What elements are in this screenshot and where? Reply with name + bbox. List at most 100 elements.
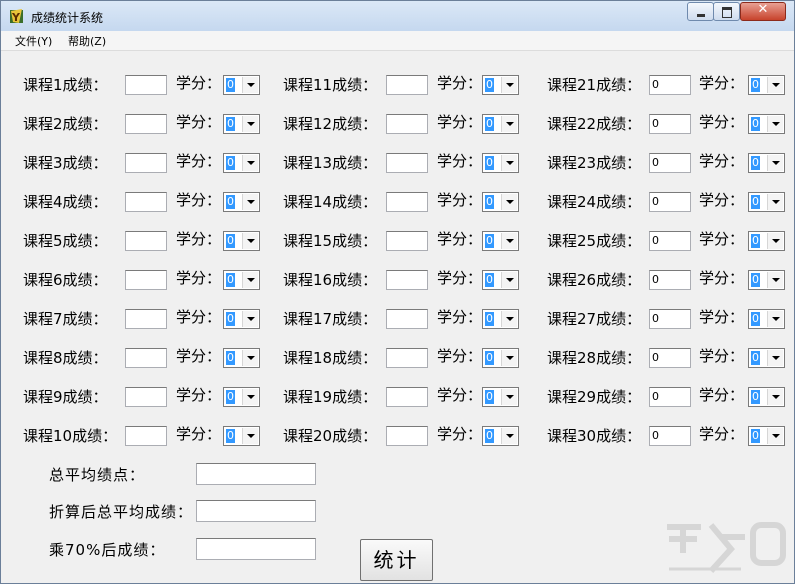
course-17-score-input[interactable] (386, 309, 428, 329)
menu-help[interactable]: 帮助(Z) (68, 33, 106, 49)
maximize-button[interactable] (713, 2, 740, 21)
course-18-credit-select[interactable]: 0 (482, 348, 519, 368)
chevron-down-icon[interactable] (242, 272, 258, 288)
chevron-down-icon[interactable] (242, 428, 258, 444)
course-22-credit-select[interactable]: 0 (748, 114, 785, 134)
course-9-credit-select[interactable]: 0 (223, 387, 260, 407)
chevron-down-icon[interactable] (767, 194, 783, 210)
chevron-down-icon[interactable] (767, 428, 783, 444)
course-27-credit-select[interactable]: 0 (748, 309, 785, 329)
course-25-score-input[interactable]: 0 (649, 231, 691, 251)
course-14-score-input[interactable] (386, 192, 428, 212)
course-8-credit-select[interactable]: 0 (223, 348, 260, 368)
course-19-credit-select[interactable]: 0 (482, 387, 519, 407)
course-13-score-input[interactable] (386, 153, 428, 173)
course-30-score-input[interactable]: 0 (649, 426, 691, 446)
course-4-score-input[interactable] (125, 192, 167, 212)
chevron-down-icon[interactable] (767, 155, 783, 171)
chevron-down-icon[interactable] (242, 77, 258, 93)
chevron-down-icon[interactable] (242, 116, 258, 132)
course-12-credit-select[interactable]: 0 (482, 114, 519, 134)
course-15-score-input[interactable] (386, 231, 428, 251)
chevron-down-icon[interactable] (767, 233, 783, 249)
course-17-credit-select[interactable]: 0 (482, 309, 519, 329)
course-21-score-input[interactable]: 0 (649, 75, 691, 95)
course-1-score-input[interactable] (125, 75, 167, 95)
chevron-down-icon[interactable] (767, 116, 783, 132)
course-28-score-input[interactable]: 0 (649, 348, 691, 368)
calculate-button[interactable]: 统计 (360, 539, 433, 581)
chevron-down-icon[interactable] (501, 389, 517, 405)
close-button[interactable]: ✕ (740, 2, 786, 21)
chevron-down-icon[interactable] (242, 350, 258, 366)
minimize-button[interactable] (687, 2, 714, 21)
course-9-score-input[interactable] (125, 387, 167, 407)
course-11-credit-select[interactable]: 0 (482, 75, 519, 95)
course-8-score-input[interactable] (125, 348, 167, 368)
chevron-down-icon[interactable] (501, 155, 517, 171)
course-24-credit-select[interactable]: 0 (748, 192, 785, 212)
course-5-credit-select[interactable]: 0 (223, 231, 260, 251)
chevron-down-icon[interactable] (501, 233, 517, 249)
result-3-field[interactable] (196, 538, 316, 560)
course-7-score-input[interactable] (125, 309, 167, 329)
course-23-credit-select[interactable]: 0 (748, 153, 785, 173)
course-3-credit-select[interactable]: 0 (223, 153, 260, 173)
course-3-score-input[interactable] (125, 153, 167, 173)
chevron-down-icon[interactable] (501, 77, 517, 93)
course-20-score-input[interactable] (386, 426, 428, 446)
chevron-down-icon[interactable] (501, 428, 517, 444)
chevron-down-icon[interactable] (242, 194, 258, 210)
chevron-down-icon[interactable] (767, 272, 783, 288)
course-24-score-input[interactable]: 0 (649, 192, 691, 212)
chevron-down-icon[interactable] (501, 116, 517, 132)
chevron-down-icon[interactable] (501, 272, 517, 288)
course-20-credit-select[interactable]: 0 (482, 426, 519, 446)
result-1-field[interactable] (196, 463, 316, 485)
course-26-credit-select[interactable]: 0 (748, 270, 785, 290)
course-7-credit-select[interactable]: 0 (223, 309, 260, 329)
course-16-credit-select[interactable]: 0 (482, 270, 519, 290)
course-23-score-input[interactable]: 0 (649, 153, 691, 173)
course-14-credit-select[interactable]: 0 (482, 192, 519, 212)
course-18-score-input[interactable] (386, 348, 428, 368)
course-26-score-input[interactable]: 0 (649, 270, 691, 290)
course-19-score-input[interactable] (386, 387, 428, 407)
result-2-field[interactable] (196, 500, 316, 522)
chevron-down-icon[interactable] (242, 155, 258, 171)
course-28-credit-select[interactable]: 0 (748, 348, 785, 368)
menu-file[interactable]: 文件(Y) (15, 33, 52, 49)
course-1-credit-select[interactable]: 0 (223, 75, 260, 95)
course-10-credit-select[interactable]: 0 (223, 426, 260, 446)
course-13-credit-select[interactable]: 0 (482, 153, 519, 173)
chevron-down-icon[interactable] (242, 389, 258, 405)
chevron-down-icon[interactable] (767, 77, 783, 93)
course-21-credit-select[interactable]: 0 (748, 75, 785, 95)
course-2-score-input[interactable] (125, 114, 167, 134)
chevron-down-icon[interactable] (242, 311, 258, 327)
course-16-score-input[interactable] (386, 270, 428, 290)
course-10-score-input[interactable] (125, 426, 167, 446)
chevron-down-icon[interactable] (501, 311, 517, 327)
course-2-credit-select[interactable]: 0 (223, 114, 260, 134)
course-22-score-input[interactable]: 0 (649, 114, 691, 134)
chevron-down-icon[interactable] (501, 194, 517, 210)
course-6-credit-select[interactable]: 0 (223, 270, 260, 290)
course-30-credit-select[interactable]: 0 (748, 426, 785, 446)
chevron-down-icon[interactable] (767, 311, 783, 327)
course-4-credit-select[interactable]: 0 (223, 192, 260, 212)
title-bar[interactable]: Y 成绩统计系统 ✕ (1, 1, 794, 31)
course-11-score-input[interactable] (386, 75, 428, 95)
chevron-down-icon[interactable] (501, 350, 517, 366)
chevron-down-icon[interactable] (242, 233, 258, 249)
chevron-down-icon[interactable] (767, 350, 783, 366)
course-12-score-input[interactable] (386, 114, 428, 134)
course-15-credit-select[interactable]: 0 (482, 231, 519, 251)
chevron-down-icon[interactable] (767, 389, 783, 405)
course-27-score-input[interactable]: 0 (649, 309, 691, 329)
course-6-score-input[interactable] (125, 270, 167, 290)
course-25-credit-select[interactable]: 0 (748, 231, 785, 251)
course-5-score-input[interactable] (125, 231, 167, 251)
course-29-credit-select[interactable]: 0 (748, 387, 785, 407)
course-29-score-input[interactable]: 0 (649, 387, 691, 407)
